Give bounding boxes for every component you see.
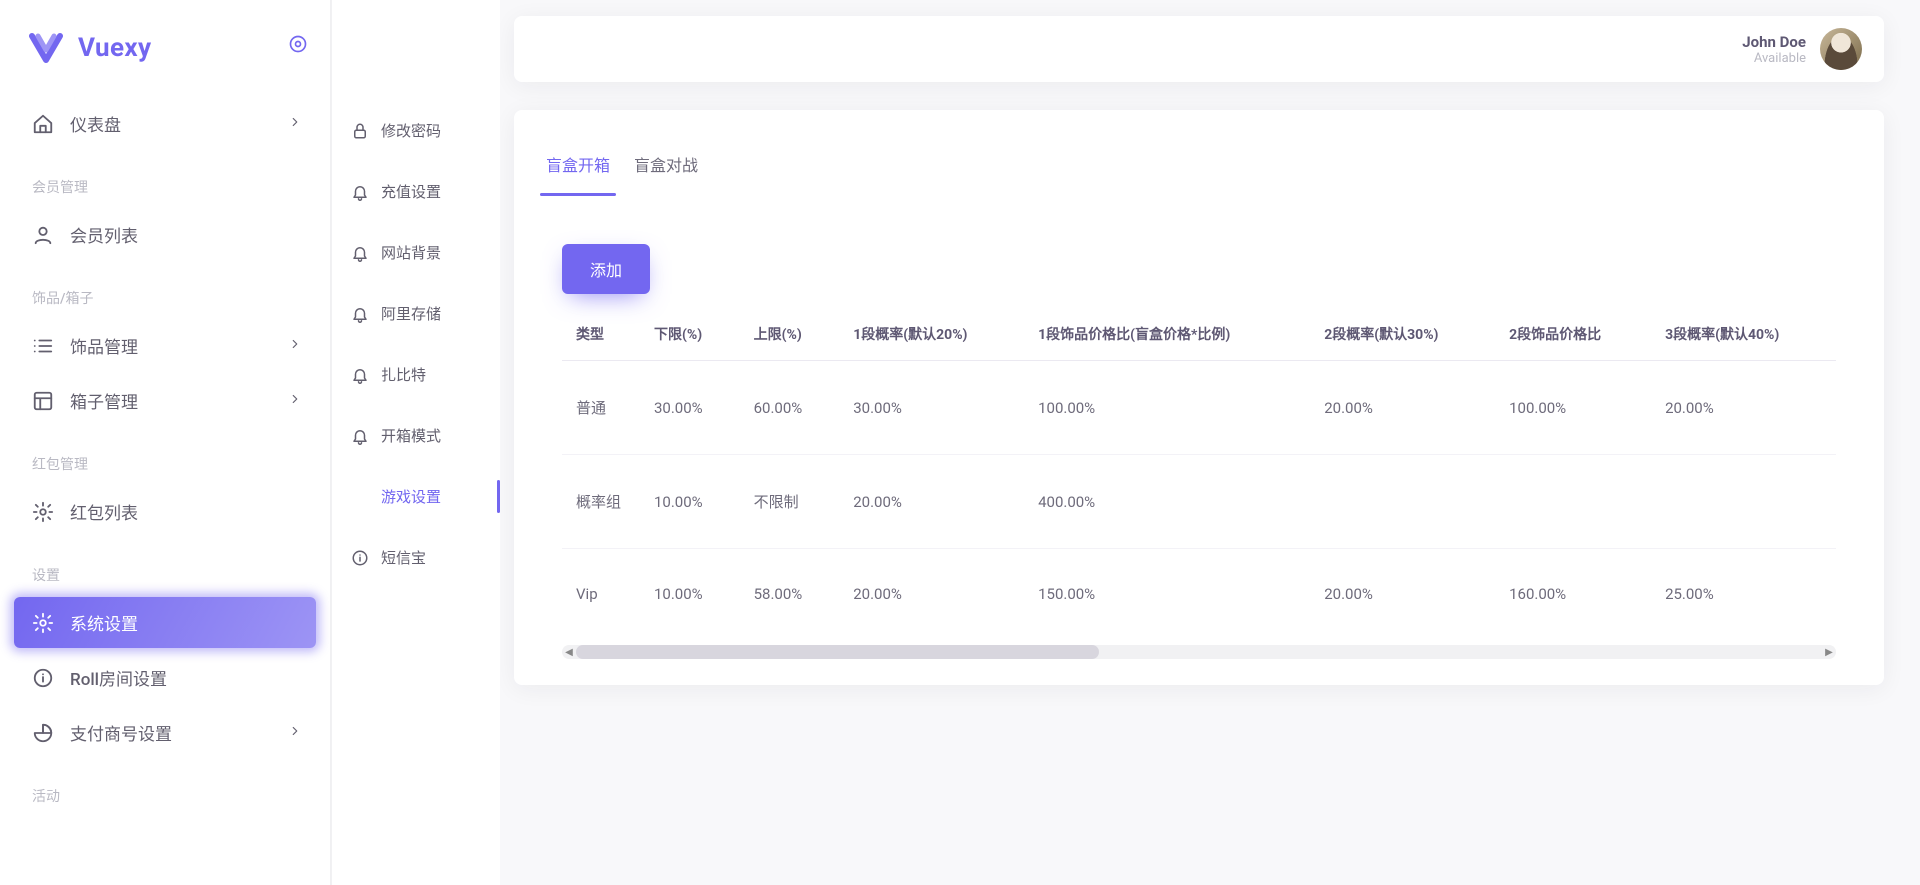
add-button[interactable]: 添加 bbox=[562, 244, 650, 294]
chevron-right-icon bbox=[288, 724, 302, 742]
inner-card: 添加 类型 下限(%) 上限(%) 1段概率(默认20%) 1段饰品价格比(盲盒… bbox=[538, 220, 1860, 665]
bell-icon bbox=[351, 244, 369, 262]
col-type: 类型 bbox=[562, 308, 640, 361]
submenu-change-password[interactable]: 修改密码 bbox=[331, 100, 500, 161]
sidebar-item-dashboard[interactable]: 仪表盘 bbox=[14, 98, 316, 149]
sidebar-item-label: Roll房间设置 bbox=[70, 665, 167, 690]
sidebar-item-redpacket-list[interactable]: 红包列表 bbox=[14, 486, 316, 537]
submenu-item-label: 扎比特 bbox=[381, 364, 426, 385]
settings-table: 类型 下限(%) 上限(%) 1段概率(默认20%) 1段饰品价格比(盲盒价格*… bbox=[562, 308, 1836, 639]
submenu-open-mode[interactable]: 开箱模式 bbox=[331, 405, 500, 466]
info-icon bbox=[32, 667, 54, 689]
col-seg1-prob: 1段概率(默认20%) bbox=[839, 308, 1024, 361]
submenu-item-label: 开箱模式 bbox=[381, 425, 441, 446]
home-icon bbox=[32, 113, 54, 135]
sidebar-section-activity: 活动 bbox=[14, 762, 316, 814]
submenu-recharge-settings[interactable]: 充值设置 bbox=[331, 161, 500, 222]
sidebar-item-label: 仪表盘 bbox=[70, 111, 121, 136]
secondary-sidebar: 修改密码 充值设置 网站背景 阿里存储 扎比特 开箱模式 游戏设置 短信宝 bbox=[330, 0, 500, 885]
sidebar-item-label: 饰品管理 bbox=[70, 333, 138, 358]
table-row[interactable]: 概率组 10.00% 不限制 20.00% 400.00% bbox=[562, 455, 1836, 549]
chevron-right-icon bbox=[288, 392, 302, 410]
col-upper: 上限(%) bbox=[740, 308, 840, 361]
table-scroll[interactable]: 类型 下限(%) 上限(%) 1段概率(默认20%) 1段饰品价格比(盲盒价格*… bbox=[562, 308, 1836, 639]
col-seg2-prob: 2段概率(默认30%) bbox=[1310, 308, 1495, 361]
pie-chart-icon bbox=[32, 722, 54, 744]
scroll-thumb[interactable] bbox=[576, 645, 1099, 659]
sidebar-item-label: 支付商号设置 bbox=[70, 720, 172, 745]
scroll-left-icon[interactable]: ◀ bbox=[562, 647, 576, 658]
tab-blindbox-open[interactable]: 盲盒开箱 bbox=[540, 140, 616, 196]
bell-icon bbox=[351, 183, 369, 201]
sidebar-section-members: 会员管理 bbox=[14, 153, 316, 205]
sidebar-item-label: 箱子管理 bbox=[70, 388, 138, 413]
list-icon bbox=[32, 335, 54, 357]
col-lower: 下限(%) bbox=[640, 308, 740, 361]
primary-sidebar: Vuexy 仪表盘 会员管理 会员列表 饰品/箱子 饰品管理 箱子管理 红包管理 bbox=[0, 0, 330, 885]
main-content: John Doe Available 盲盒开箱 盲盒对战 添加 bbox=[500, 0, 1920, 885]
submenu-item-label: 网站背景 bbox=[381, 242, 441, 263]
brand-logo-icon bbox=[28, 30, 64, 66]
table-row[interactable]: Vip 10.00% 58.00% 20.00% 150.00% 20.00% … bbox=[562, 549, 1836, 640]
submenu-ali-storage[interactable]: 阿里存储 bbox=[331, 283, 500, 344]
sidebar-item-label: 会员列表 bbox=[70, 222, 138, 247]
col-seg3-prob: 3段概率(默认40%) bbox=[1651, 308, 1836, 361]
user-icon bbox=[32, 224, 54, 246]
tabs: 盲盒开箱 盲盒对战 bbox=[514, 110, 1884, 196]
avatar bbox=[1820, 28, 1862, 70]
tab-blindbox-battle[interactable]: 盲盒对战 bbox=[628, 140, 704, 196]
bell-icon bbox=[351, 305, 369, 323]
user-status: Available bbox=[1742, 51, 1806, 66]
submenu-sms[interactable]: 短信宝 bbox=[331, 527, 500, 588]
sidebar-section-redpacket: 红包管理 bbox=[14, 430, 316, 482]
bell-icon bbox=[351, 366, 369, 384]
user-menu[interactable]: John Doe Available bbox=[1742, 28, 1862, 70]
sidebar-section-settings: 设置 bbox=[14, 541, 316, 593]
topbar: John Doe Available bbox=[514, 16, 1884, 82]
layout-icon bbox=[32, 390, 54, 412]
gear-icon bbox=[32, 501, 54, 523]
sidebar-item-roll-room-settings[interactable]: Roll房间设置 bbox=[14, 652, 316, 703]
brand-name: Vuexy bbox=[78, 33, 152, 63]
sidebar-item-label: 系统设置 bbox=[70, 610, 138, 635]
user-name: John Doe bbox=[1742, 33, 1806, 51]
gear-icon bbox=[32, 612, 54, 634]
col-seg2-price: 2段饰品价格比 bbox=[1495, 308, 1651, 361]
sidebar-section-items: 饰品/箱子 bbox=[14, 264, 316, 316]
info-icon bbox=[351, 549, 369, 567]
horizontal-scrollbar[interactable]: ◀ ▶ bbox=[562, 645, 1836, 659]
sidebar-item-label: 红包列表 bbox=[70, 499, 138, 524]
chevron-right-icon bbox=[288, 337, 302, 355]
sidebar-item-system-settings[interactable]: 系统设置 bbox=[14, 597, 316, 648]
lock-icon bbox=[351, 122, 369, 140]
col-seg1-price: 1段饰品价格比(盲盒价格*比例) bbox=[1024, 308, 1310, 361]
chevron-right-icon bbox=[288, 115, 302, 133]
table-row[interactable]: 普通 30.00% 60.00% 30.00% 100.00% 20.00% 1… bbox=[562, 361, 1836, 455]
submenu-item-label: 短信宝 bbox=[381, 547, 426, 568]
scroll-right-icon[interactable]: ▶ bbox=[1822, 647, 1836, 658]
submenu-game-settings[interactable]: 游戏设置 bbox=[331, 466, 500, 527]
submenu-zbt[interactable]: 扎比特 bbox=[331, 344, 500, 405]
brand[interactable]: Vuexy bbox=[14, 20, 316, 94]
submenu-site-background[interactable]: 网站背景 bbox=[331, 222, 500, 283]
bell-icon bbox=[351, 427, 369, 445]
submenu-item-label: 游戏设置 bbox=[381, 486, 441, 507]
sidebar-item-member-list[interactable]: 会员列表 bbox=[14, 209, 316, 260]
sidebar-collapse-icon[interactable] bbox=[288, 34, 308, 58]
submenu-item-label: 修改密码 bbox=[381, 120, 441, 141]
sidebar-item-payment-settings[interactable]: 支付商号设置 bbox=[14, 707, 316, 758]
submenu-item-label: 充值设置 bbox=[381, 181, 441, 202]
submenu-item-label: 阿里存储 bbox=[381, 303, 441, 324]
info-icon bbox=[351, 488, 369, 506]
sidebar-item-box-manage[interactable]: 箱子管理 bbox=[14, 375, 316, 426]
content-card: 盲盒开箱 盲盒对战 添加 类型 下限(%) 上限(%) 1段概率(默认2 bbox=[514, 110, 1884, 685]
sidebar-item-skin-manage[interactable]: 饰品管理 bbox=[14, 320, 316, 371]
